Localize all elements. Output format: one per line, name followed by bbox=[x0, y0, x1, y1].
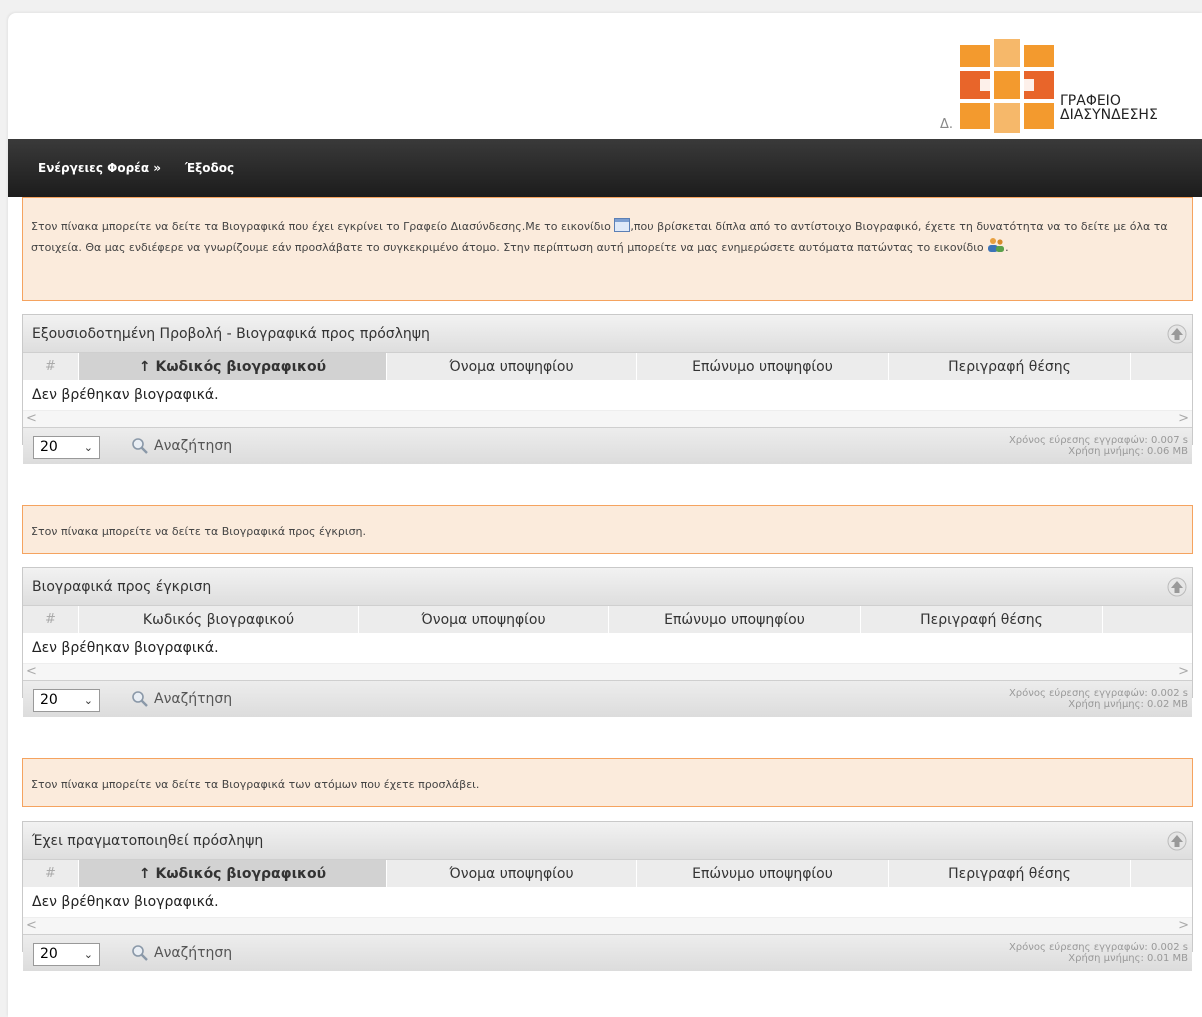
column-filler bbox=[1103, 606, 1192, 633]
magnifier-icon bbox=[132, 691, 148, 707]
panel-title: Βιογραφικά προς έγκριση bbox=[23, 568, 1192, 606]
magnifier-icon bbox=[132, 945, 148, 961]
stats-time: Χρόνος εύρεσης εγγραφών: 0.002 s bbox=[1008, 688, 1188, 699]
panel-title: Εξουσιοδοτημένη Προβολή - Βιογραφικά προ… bbox=[23, 315, 1192, 353]
logo-subtitle: Δ. bbox=[940, 117, 954, 132]
collapse-up-icon[interactable] bbox=[1167, 831, 1187, 851]
logo-text: ΓΡΑΦΕΙΟ ΔΙΑΣΥΝΔΕΣΗΣ bbox=[1060, 94, 1158, 122]
panel-footer: 20 ⌄ Αναζήτηση Χρόνος εύρεσης εγγραφών: … bbox=[23, 427, 1192, 464]
logo-mark-icon bbox=[960, 39, 1054, 133]
page-size-value: 20 bbox=[40, 439, 58, 455]
stats-time: Χρόνος εύρεσης εγγραφών: 0.007 s bbox=[1008, 435, 1188, 446]
scroll-left-icon[interactable]: < bbox=[26, 918, 37, 933]
stats-memory: Χρήση μνήμης: 0.01 MB bbox=[1068, 953, 1188, 964]
horizontal-scrollbar[interactable]: < > bbox=[23, 663, 1192, 680]
info-box-pending: Στον πίνακα μπορείτε να δείτε τα Βιογραφ… bbox=[22, 505, 1193, 554]
stats-memory: Χρήση μνήμης: 0.02 MB bbox=[1068, 699, 1188, 710]
column-position-description[interactable]: Περιγραφή θέσης bbox=[889, 353, 1131, 380]
panel-title-text: Βιογραφικά προς έγκριση bbox=[32, 578, 212, 595]
search-label: Αναζήτηση bbox=[154, 945, 233, 961]
info3-text: Στον πίνακα μπορείτε να δείτε τα Βιογραφ… bbox=[31, 778, 480, 791]
column-index: # bbox=[23, 860, 79, 887]
column-position-description[interactable]: Περιγραφή θέσης bbox=[889, 860, 1131, 887]
empty-message: Δεν βρέθηκαν βιογραφικά. bbox=[32, 387, 219, 403]
collapse-up-icon[interactable] bbox=[1167, 577, 1187, 597]
info-text-part3: . bbox=[1005, 241, 1009, 254]
panel-title: Έχει πραγματοποιηθεί πρόσληψη bbox=[23, 822, 1192, 860]
column-index: # bbox=[23, 606, 79, 633]
grid-stats: Χρόνος εύρεσης εγγραφών: 0.002 s Χρήση μ… bbox=[1009, 688, 1188, 710]
horizontal-scrollbar[interactable]: < > bbox=[23, 917, 1192, 934]
users-icon bbox=[988, 238, 1005, 252]
panel-title-text: Έχει πραγματοποιηθεί πρόσληψη bbox=[32, 832, 264, 849]
info2-text: Στον πίνακα μπορείτε να δείτε τα Βιογραφ… bbox=[31, 525, 367, 538]
page-size-select[interactable]: 20 ⌄ bbox=[33, 436, 100, 459]
page-size-value: 20 bbox=[40, 946, 58, 962]
chevron-down-icon: ⌄ bbox=[83, 694, 93, 707]
grid-panel-authorized: Εξουσιοδοτημένη Προβολή - Βιογραφικά προ… bbox=[22, 314, 1193, 464]
empty-message: Δεν βρέθηκαν βιογραφικά. bbox=[32, 894, 219, 910]
magnifier-icon bbox=[132, 438, 148, 454]
scroll-right-icon[interactable]: > bbox=[1178, 918, 1189, 933]
column-first-name[interactable]: Όνομα υποψηφίου bbox=[359, 606, 609, 633]
collapse-up-icon[interactable] bbox=[1167, 324, 1187, 344]
panel-footer: 20 ⌄ Αναζήτηση Χρόνος εύρεσης εγγραφών: … bbox=[23, 680, 1192, 717]
grid-panel-pending: Βιογραφικά προς έγκριση # Κωδικός βιογρα… bbox=[22, 567, 1193, 717]
scroll-right-icon[interactable]: > bbox=[1178, 411, 1189, 426]
grid-stats: Χρόνος εύρεσης εγγραφών: 0.002 s Χρήση μ… bbox=[1009, 942, 1188, 964]
scroll-left-icon[interactable]: < bbox=[26, 664, 37, 679]
column-cv-code[interactable]: ↑ Κωδικός βιογραφικού bbox=[79, 353, 387, 380]
search-button[interactable]: Αναζήτηση bbox=[131, 437, 232, 455]
search-label: Αναζήτηση bbox=[154, 438, 233, 454]
nav-item-logout[interactable]: Έξοδος bbox=[185, 161, 234, 175]
navbar: Ενέργειες Φορέα » Έξοδος bbox=[8, 139, 1202, 197]
search-label: Αναζήτηση bbox=[154, 691, 233, 707]
column-first-name[interactable]: Όνομα υποψηφίου bbox=[387, 353, 637, 380]
column-cv-code[interactable]: ↑ Κωδικός βιογραφικού bbox=[79, 860, 387, 887]
stats-memory: Χρήση μνήμης: 0.06 MB bbox=[1068, 446, 1188, 457]
logo[interactable]: Δ. ΓΡΑΦΕΙΟ ΔΙΑΣΥΝΔΕΣΗΣ bbox=[940, 39, 1198, 139]
column-last-name[interactable]: Επώνυμο υποψηφίου bbox=[609, 606, 861, 633]
panel-title-text: Εξουσιοδοτημένη Προβολή - Βιογραφικά προ… bbox=[32, 325, 430, 342]
logo-text-line1: ΓΡΑΦΕΙΟ bbox=[1060, 93, 1121, 109]
column-header-row: # Κωδικός βιογραφικού Όνομα υποψηφίου Επ… bbox=[23, 606, 1192, 633]
grid-stats: Χρόνος εύρεσης εγγραφών: 0.007 s Χρήση μ… bbox=[1009, 435, 1188, 457]
column-index: # bbox=[23, 353, 79, 380]
empty-message: Δεν βρέθηκαν βιογραφικά. bbox=[32, 640, 219, 656]
page-size-select[interactable]: 20 ⌄ bbox=[33, 689, 100, 712]
calendar-card-icon bbox=[614, 218, 631, 232]
info-text-part1: Στον πίνακα μπορείτε να δείτε τα Βιογραφ… bbox=[31, 220, 615, 233]
scroll-left-icon[interactable]: < bbox=[26, 411, 37, 426]
panel-footer: 20 ⌄ Αναζήτηση Χρόνος εύρεσης εγγραφών: … bbox=[23, 934, 1192, 971]
chevron-down-icon: ⌄ bbox=[83, 948, 93, 961]
search-button[interactable]: Αναζήτηση bbox=[131, 944, 232, 962]
info-box-hired: Στον πίνακα μπορείτε να δείτε τα Βιογραφ… bbox=[22, 758, 1193, 807]
search-button[interactable]: Αναζήτηση bbox=[131, 690, 232, 708]
stats-time: Χρόνος εύρεσης εγγραφών: 0.002 s bbox=[1008, 942, 1188, 953]
grid-panel-hired: Έχει πραγματοποιηθεί πρόσληψη # ↑ Κωδικό… bbox=[22, 821, 1193, 971]
column-filler bbox=[1131, 860, 1192, 887]
column-last-name[interactable]: Επώνυμο υποψηφίου bbox=[637, 860, 889, 887]
column-filler bbox=[1131, 353, 1192, 380]
page-size-value: 20 bbox=[40, 692, 58, 708]
page-size-select[interactable]: 20 ⌄ bbox=[33, 943, 100, 966]
logo-text-line2: ΔΙΑΣΥΝΔΕΣΗΣ bbox=[1060, 107, 1158, 123]
column-header-row: # ↑ Κωδικός βιογραφικού Όνομα υποψηφίου … bbox=[23, 353, 1192, 380]
column-position-description[interactable]: Περιγραφή θέσης bbox=[861, 606, 1103, 633]
header: Δ. ΓΡΑΦΕΙΟ ΔΙΑΣΥΝΔΕΣΗΣ bbox=[8, 13, 1202, 139]
horizontal-scrollbar[interactable]: < > bbox=[23, 410, 1192, 427]
column-header-row: # ↑ Κωδικός βιογραφικού Όνομα υποψηφίου … bbox=[23, 860, 1192, 887]
info-box-approved: Στον πίνακα μπορείτε να δείτε τα Βιογραφ… bbox=[22, 197, 1193, 301]
chevron-down-icon: ⌄ bbox=[83, 441, 93, 454]
column-cv-code[interactable]: Κωδικός βιογραφικού bbox=[79, 606, 359, 633]
column-last-name[interactable]: Επώνυμο υποψηφίου bbox=[637, 353, 889, 380]
nav-item-actions[interactable]: Ενέργειες Φορέα » bbox=[38, 161, 161, 175]
column-first-name[interactable]: Όνομα υποψηφίου bbox=[387, 860, 637, 887]
scroll-right-icon[interactable]: > bbox=[1178, 664, 1189, 679]
